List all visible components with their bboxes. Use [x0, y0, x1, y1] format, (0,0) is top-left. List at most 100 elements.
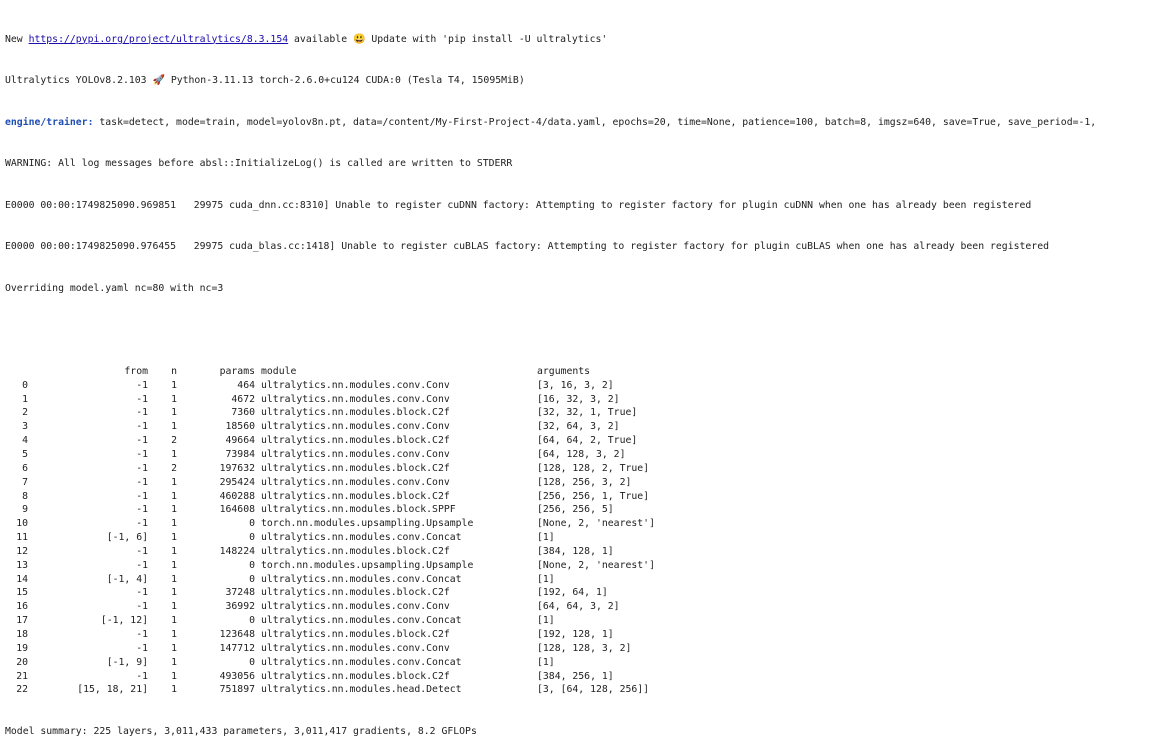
cell-module: ultralytics.nn.modules.conv.Conv — [261, 379, 450, 391]
cell-params: 18560 — [225, 421, 256, 433]
cell-module: ultralytics.nn.modules.conv.Conv — [261, 393, 450, 405]
cell-from: -1 — [136, 435, 148, 447]
cell-from: -1 — [136, 421, 148, 433]
cell-module: ultralytics.nn.modules.conv.Conv — [261, 642, 450, 654]
cell-arguments: [None, 2, 'nearest'] — [537, 559, 655, 571]
cell-repeats: 1 — [171, 684, 177, 696]
cell-layer-index: 16 — [16, 601, 28, 613]
trainer-line: engine/trainer: task=detect, mode=train,… — [5, 116, 1147, 130]
table-row: 2 -1 1 7360 ultralytics.nn.modules.block.C2f… — [5, 406, 1147, 420]
cell-arguments: [1] — [537, 532, 555, 544]
cell-params: 7360 — [231, 407, 255, 419]
table-row: 22 [15, 18, 21] 1 751897 ultralytics.nn.modu… — [5, 683, 1147, 697]
cell-from: -1 — [136, 642, 148, 654]
cell-params: 0 — [249, 532, 255, 544]
cell-arguments: [1] — [537, 656, 555, 668]
cell-repeats: 1 — [171, 379, 177, 391]
column-header-from: from — [124, 365, 148, 377]
trainer-label: engine/trainer: — [5, 116, 94, 128]
table-row: 0 -1 1 464 ultralytics.nn.modules.conv.Conv [… — [5, 379, 1147, 393]
table-row: 14 [-1, 4] 1 0 ultralytics.nn.modules.conv.C… — [5, 573, 1147, 587]
cell-from: -1 — [136, 449, 148, 460]
model-table: from n params module arguments 0 -1 1 464 ultraly… — [5, 365, 1147, 697]
cell-repeats: 1 — [171, 642, 177, 654]
console-output: New https://pypi.org/project/ultralytics… — [5, 5, 1147, 753]
cell-arguments: [3, [64, 128, 256]] — [537, 684, 650, 696]
table-row: 7 -1 1 295424 ultralytics.nn.modules.conv.Co… — [5, 476, 1147, 490]
cell-params: 164608 — [219, 504, 255, 516]
cell-from: [-1, 9] — [106, 656, 148, 668]
table-row: 4 -1 2 49664 ultralytics.nn.modules.block.C2… — [5, 434, 1147, 448]
table-row: 6 -1 2 197632 ultralytics.nn.modules.block.C… — [5, 462, 1147, 476]
version-text: Ultralytics YOLOv8.2.103 — [5, 75, 153, 87]
cell-params: 148224 — [219, 545, 255, 557]
cell-from: -1 — [136, 518, 148, 530]
cell-layer-index: 6 — [22, 462, 28, 474]
table-header: from n params module arguments — [5, 365, 1147, 379]
cell-arguments: [None, 2, 'nearest'] — [537, 518, 655, 530]
version-env: Python-3.11.13 torch-2.6.0+cu124 CUDA:0 … — [164, 75, 525, 87]
cell-layer-index: 11 — [16, 532, 28, 544]
cell-params: 0 — [249, 615, 255, 627]
table-row: 15 -1 1 37248 ultralytics.nn.modules.block.C… — [5, 586, 1147, 600]
cell-layer-index: 19 — [16, 642, 28, 654]
error-line-cublas: E0000 00:00:1749825090.976455 29975 cuda… — [5, 241, 1049, 253]
cell-module: ultralytics.nn.modules.block.SPPF — [261, 504, 456, 516]
cell-from: [15, 18, 21] — [77, 684, 148, 696]
cell-layer-index: 4 — [22, 435, 28, 447]
cell-layer-index: 12 — [16, 545, 28, 557]
cell-params: 464 — [237, 379, 255, 391]
cell-repeats: 2 — [171, 462, 177, 474]
cell-module: ultralytics.nn.modules.block.C2f — [261, 407, 450, 419]
cell-from: -1 — [136, 587, 148, 599]
cell-module: ultralytics.nn.modules.conv.Concat — [261, 532, 462, 544]
cell-from: -1 — [136, 476, 148, 488]
cell-arguments: [1] — [537, 615, 555, 627]
pypi-link[interactable]: https://pypi.org/project/ultralytics/8.3… — [29, 34, 289, 45]
cell-arguments: [32, 64, 3, 2] — [537, 421, 620, 433]
column-header-repeats: n — [171, 365, 177, 377]
table-row: 3 -1 1 18560 ultralytics.nn.modules.conv.Con… — [5, 420, 1147, 434]
cell-layer-index: 13 — [16, 559, 28, 571]
cell-from: -1 — [136, 490, 148, 502]
cell-repeats: 1 — [171, 656, 177, 668]
cell-arguments: [3, 16, 3, 2] — [537, 379, 614, 391]
column-header-module: module — [261, 365, 297, 377]
update-tail: Update with 'pip install -U ultralytics' — [365, 33, 608, 45]
cell-layer-index: 7 — [22, 476, 28, 488]
table-row: 13 -1 1 0 torch.nn.modules.upsampling.Upsamp… — [5, 559, 1147, 573]
cell-from: -1 — [136, 628, 148, 640]
cell-repeats: 1 — [171, 670, 177, 682]
cell-layer-index: 5 — [22, 449, 28, 460]
cell-repeats: 1 — [171, 421, 177, 433]
cell-arguments: [64, 64, 2, True] — [537, 435, 638, 447]
column-header-params: params — [219, 365, 255, 377]
cell-params: 147712 — [219, 642, 255, 654]
cell-arguments: [256, 256, 1, True] — [537, 490, 650, 502]
cell-from: -1 — [136, 462, 148, 474]
cell-from: [-1, 6] — [106, 532, 148, 544]
cell-repeats: 1 — [171, 476, 177, 488]
cell-layer-index: 10 — [16, 518, 28, 530]
cell-params: 493056 — [219, 670, 255, 682]
update-suffix: available — [288, 33, 354, 45]
error-line-cudnn: E0000 00:00:1749825090.969851 29975 cuda… — [5, 199, 1032, 211]
table-row: 9 -1 1 164608 ultralytics.nn.modules.block.S… — [5, 503, 1147, 517]
cell-module: torch.nn.modules.upsampling.Upsample — [261, 518, 474, 530]
cell-layer-index: 18 — [16, 628, 28, 640]
cell-arguments: [128, 128, 3, 2] — [537, 642, 632, 654]
smiley-icon: 😃 — [353, 33, 366, 45]
cell-layer-index: 8 — [22, 490, 28, 502]
cell-arguments: [64, 128, 3, 2] — [537, 449, 626, 460]
cell-repeats: 1 — [171, 615, 177, 627]
version-line: Ultralytics YOLOv8.2.103 🚀 Python-3.11.1… — [5, 74, 1147, 88]
cell-from: -1 — [136, 601, 148, 613]
cell-layer-index: 2 — [22, 407, 28, 419]
cell-repeats: 2 — [171, 435, 177, 447]
cell-repeats: 1 — [171, 518, 177, 530]
cell-from: -1 — [136, 504, 148, 516]
cell-params: 0 — [249, 656, 255, 668]
cell-module: ultralytics.nn.modules.block.C2f — [261, 587, 450, 599]
cell-module: ultralytics.nn.modules.conv.Concat — [261, 615, 462, 627]
